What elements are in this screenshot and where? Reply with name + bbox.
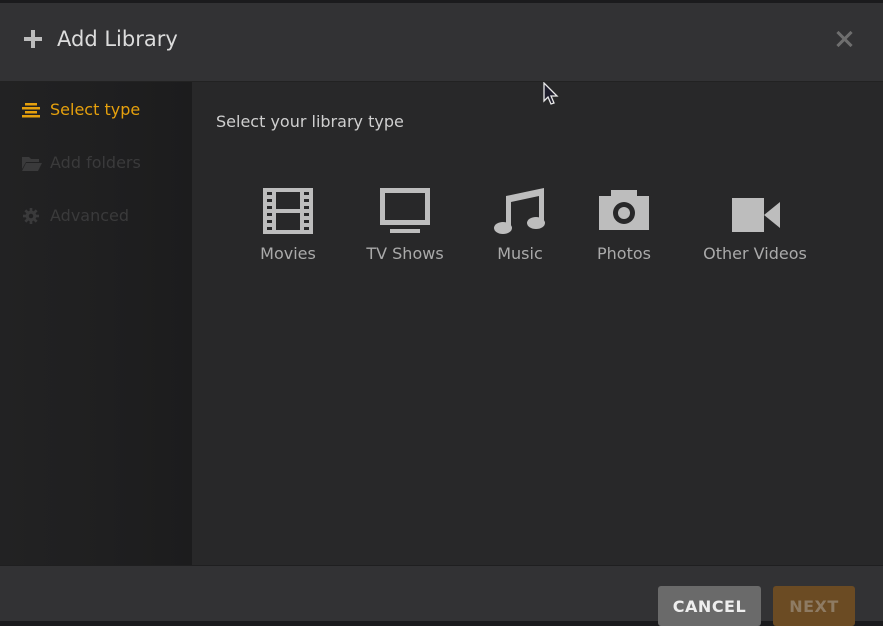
dialog-title: Add Library (24, 27, 178, 51)
folder-icon (22, 155, 42, 171)
video-camera-icon (732, 198, 780, 232)
sidebar-item-label: Select type (50, 100, 141, 119)
library-type-music[interactable]: Music (484, 188, 556, 263)
main-panel: Select your library type Movies TV Shows… (192, 82, 883, 565)
library-type-other-videos[interactable]: Other Videos (700, 188, 810, 263)
sidebar-item-advanced: Advanced (22, 206, 129, 225)
cancel-button[interactable]: CANCEL (658, 586, 761, 626)
select-type-prompt: Select your library type (216, 112, 404, 131)
plus-icon (24, 30, 42, 48)
tv-icon (380, 188, 430, 233)
sidebar-item-select-type[interactable]: Select type (22, 100, 140, 119)
dialog-header: Add Library (0, 3, 883, 82)
library-type-movies[interactable]: Movies (250, 188, 326, 263)
music-note-icon (494, 188, 545, 234)
library-type-photos[interactable]: Photos (588, 188, 660, 263)
add-library-dialog: Add Library Select type Add folders Adva… (0, 3, 883, 626)
library-type-label: Other Videos (703, 244, 807, 263)
library-type-tv-shows[interactable]: TV Shows (360, 188, 450, 263)
gear-icon (22, 207, 40, 224)
film-icon (263, 188, 313, 234)
library-type-label: Photos (597, 244, 651, 263)
sidebar-item-add-folders: Add folders (22, 153, 141, 172)
library-type-label: Music (497, 244, 543, 263)
library-type-label: Movies (260, 244, 316, 263)
library-type-label: TV Shows (366, 244, 444, 263)
mouse-cursor-icon (543, 82, 559, 105)
steps-sidebar: Select type Add folders Advanced (0, 82, 192, 565)
list-icon (22, 102, 40, 118)
dialog-footer: CANCEL NEXT (0, 565, 883, 626)
sidebar-item-label: Advanced (50, 206, 130, 225)
dialog-title-text: Add Library (57, 27, 178, 51)
next-button[interactable]: NEXT (773, 586, 855, 626)
close-icon[interactable] (836, 30, 854, 48)
sidebar-item-label: Add folders (50, 153, 141, 172)
camera-icon (599, 190, 649, 230)
